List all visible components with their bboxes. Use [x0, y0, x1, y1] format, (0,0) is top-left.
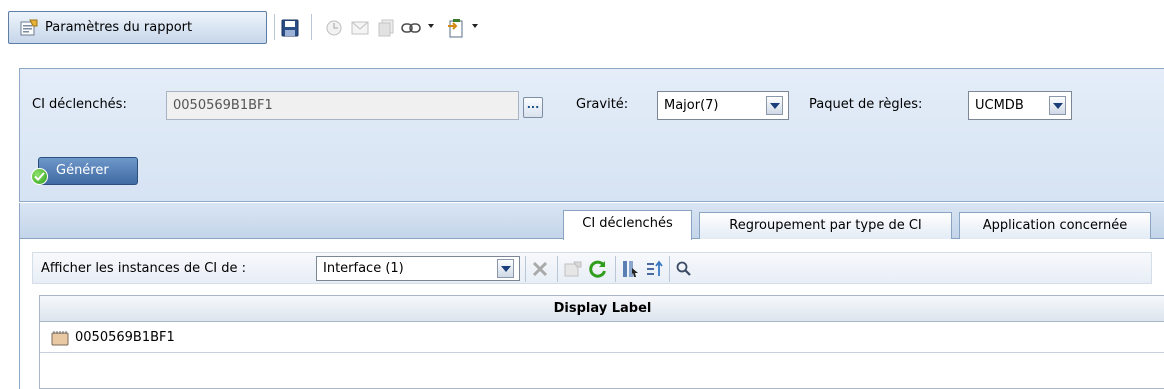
toolbar-separator: [274, 14, 275, 40]
severity-select[interactable]: Major(7): [657, 91, 789, 120]
search-icon[interactable]: [674, 259, 694, 279]
instances-select[interactable]: Interface (1): [316, 256, 520, 281]
link-dropdown-icon[interactable]: [428, 24, 434, 28]
column-header-display-label[interactable]: Display Label: [40, 296, 1164, 322]
export-icon[interactable]: [446, 18, 466, 38]
column-chooser-icon[interactable]: [621, 259, 641, 279]
results-area: CI déclenchés Regroupement par type de C…: [19, 203, 1164, 389]
rule-package-select[interactable]: UCMDB: [968, 91, 1072, 120]
rule-package-label: Paquet de règles:: [809, 97, 923, 112]
instances-label: Afficher les instances de CI de :: [41, 261, 247, 276]
schedule-icon[interactable]: [324, 18, 344, 38]
toolbar-separator: [525, 256, 526, 282]
filter-panel: CI déclenchés: 0050569B1BF1 ... Gravité:…: [19, 68, 1164, 202]
interface-ci-icon: [51, 330, 69, 346]
chevron-down-icon[interactable]: [497, 259, 514, 278]
tab-affected-application[interactable]: Application concernée: [959, 212, 1151, 239]
chevron-down-icon[interactable]: [1049, 96, 1066, 115]
tab-group-by-ci-type[interactable]: Regroupement par type de CI: [699, 212, 952, 239]
rule-package-value: UCMDB: [975, 98, 1024, 113]
email-icon[interactable]: [350, 18, 370, 38]
delete-icon[interactable]: [530, 259, 550, 279]
link-icon[interactable]: [401, 18, 421, 38]
toolbar-separator: [669, 256, 670, 282]
severity-value: Major(7): [664, 98, 719, 113]
tab-strip: CI déclenchés Regroupement par type de C…: [20, 203, 1164, 240]
report-params-label: Paramètres du rapport: [45, 20, 193, 35]
properties-icon[interactable]: [563, 259, 583, 279]
report-settings-icon: [19, 19, 39, 37]
export-dropdown-icon[interactable]: [472, 24, 478, 28]
tab-triggered-cis[interactable]: CI déclenchés: [563, 210, 692, 240]
row-label: 0050569B1BF1: [75, 330, 175, 345]
save-icon[interactable]: [280, 18, 300, 38]
ci-label: CI déclenchés:: [32, 97, 127, 112]
instances-toolbar: Afficher les instances de CI de : Interf…: [32, 252, 1152, 284]
refresh-icon[interactable]: [588, 259, 608, 279]
browse-ci-button[interactable]: ...: [523, 97, 543, 118]
toolbar-separator: [557, 256, 558, 282]
copy-icon[interactable]: [376, 18, 396, 38]
table-row[interactable]: 0050569B1BF1: [40, 323, 1164, 353]
ci-field[interactable]: 0050569B1BF1: [166, 91, 519, 120]
severity-label: Gravité:: [576, 97, 629, 112]
sort-icon[interactable]: [645, 259, 665, 279]
chevron-down-icon[interactable]: [766, 96, 783, 115]
ci-table: Display Label 0050569B1BF1: [39, 295, 1164, 389]
toolbar-separator: [615, 256, 616, 282]
instances-value: Interface (1): [323, 261, 404, 276]
check-icon: [31, 168, 48, 185]
report-params-button[interactable]: Paramètres du rapport: [8, 11, 267, 44]
report-toolbar: Paramètres du rapport: [0, 0, 1164, 58]
generate-label: Générer: [56, 163, 109, 178]
toolbar-separator: [311, 14, 312, 40]
generate-button[interactable]: Générer: [31, 157, 138, 185]
